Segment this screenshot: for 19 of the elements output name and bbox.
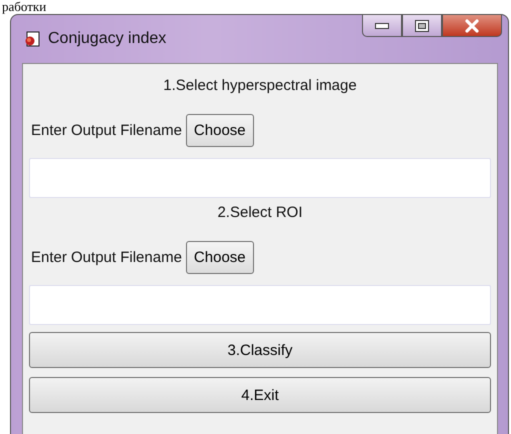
filename-field[interactable] — [29, 158, 491, 198]
minimize-button[interactable] — [362, 15, 402, 37]
window-title: Conjugacy index — [48, 30, 166, 48]
maximize-button[interactable] — [402, 15, 442, 37]
field-label: Enter Output Filename — [31, 122, 182, 138]
choose-button[interactable]: Choose — [186, 240, 254, 274]
action-button[interactable]: 3.Classify — [29, 332, 491, 368]
choose-button[interactable]: Choose — [186, 114, 254, 146]
field-label: Enter Output Filename — [31, 248, 182, 266]
document-text: работки — [2, 0, 46, 13]
action-button[interactable]: 4.Exit — [29, 377, 491, 413]
minimize-icon — [375, 22, 389, 28]
close-button[interactable] — [442, 15, 502, 37]
maximize-icon — [415, 20, 429, 32]
app-icon — [24, 31, 40, 47]
filename-field[interactable] — [29, 285, 491, 325]
close-icon — [464, 18, 480, 32]
section-heading: 1.Select hyperspectral image — [162, 76, 358, 96]
section-heading: 2.Select ROI — [216, 203, 304, 223]
